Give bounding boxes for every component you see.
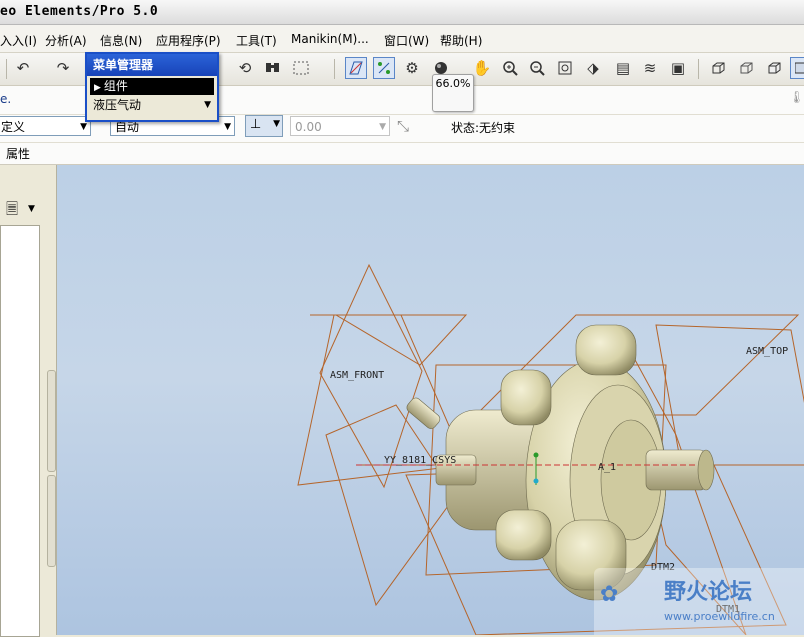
find-icon[interactable] xyxy=(262,57,284,79)
zoom-in-icon[interactable] xyxy=(499,57,521,79)
menu-tools[interactable]: 工具(T) xyxy=(236,32,277,49)
select-box-icon[interactable] xyxy=(290,57,312,79)
hidden-line-icon[interactable] xyxy=(735,57,757,79)
thermometer-icon: 🌡 xyxy=(789,90,804,104)
menu-manikin[interactable]: Manikin(M)... xyxy=(291,32,369,46)
sash-handle[interactable] xyxy=(47,475,56,567)
status-text: 状态:无约束 xyxy=(451,121,516,135)
menu-bar: 入入(I) 分析(A) 信息(N) 应用程序(P) 工具(T) Manikin(… xyxy=(0,25,804,53)
menu-window[interactable]: 窗口(W) xyxy=(384,32,429,49)
label-csys: YY_8181_CSYS xyxy=(384,455,456,466)
menu-help[interactable]: 帮助(H) xyxy=(440,32,482,49)
flame-logo-icon: ✿ xyxy=(600,582,619,607)
offset-type-button[interactable]: ⊥ ▼ xyxy=(245,115,283,137)
menu-insert[interactable]: 入入(I) xyxy=(0,32,37,49)
menu-applications[interactable]: 应用程序(P) xyxy=(156,32,221,49)
no-hidden-icon[interactable] xyxy=(763,57,785,79)
constraint-type-select[interactable]: 定义 ▼ xyxy=(0,116,91,136)
pan-icon[interactable]: ✋ xyxy=(471,57,493,79)
menu-info[interactable]: 信息(N) xyxy=(100,32,142,49)
menu-manager: 菜单管理器 ▶ 组件 液压气动 ▼ xyxy=(85,52,219,122)
watermark-brand: 野火论坛 xyxy=(664,580,753,605)
menu-manager-title: 菜单管理器 xyxy=(87,54,217,76)
point-display-icon[interactable]: ⚙ xyxy=(401,57,423,79)
window-title: eo Elements/Pro 5.0 xyxy=(0,4,159,19)
label-asm-top: ASM_TOP xyxy=(746,346,788,357)
coincident-icon: ⊥ xyxy=(250,117,262,132)
model-tree-list[interactable] xyxy=(0,225,40,637)
tree-settings-button[interactable]: 🗏 ▼ xyxy=(6,199,38,219)
tab-properties[interactable]: 属性 xyxy=(6,145,30,162)
regenerate-icon[interactable]: ⟲ xyxy=(234,57,256,79)
undo-icon[interactable]: ↶ xyxy=(12,57,34,79)
chevron-down-icon: ▼ xyxy=(204,100,211,110)
chevron-down-icon: ▼ xyxy=(379,122,386,132)
reorient-icon[interactable]: ⬗ xyxy=(582,57,604,79)
offset-value-input[interactable]: 0.00 ▼ xyxy=(290,116,390,136)
axis-display-icon[interactable] xyxy=(373,57,395,79)
watermark-url: www.proewildfire.cn xyxy=(664,610,775,623)
layers-icon[interactable]: ≋ xyxy=(639,57,661,79)
appearance-icon[interactable]: ▣ xyxy=(667,57,689,79)
chevron-down-icon: ▼ xyxy=(273,119,280,129)
chevron-down-icon: ▼ xyxy=(28,204,35,214)
zoom-out-icon[interactable] xyxy=(526,57,548,79)
shaded-icon[interactable] xyxy=(790,57,804,79)
wireframe-icon[interactable] xyxy=(707,57,729,79)
datum-display-icon[interactable] xyxy=(345,57,367,79)
zoom-tooltip: 66.0% xyxy=(432,74,474,112)
chevron-down-icon: ▼ xyxy=(224,122,231,132)
model-tree-panel: 🗏 ▼ xyxy=(0,165,57,637)
redo-icon[interactable]: ↷ xyxy=(52,57,74,79)
zoom-value: 66.0% xyxy=(435,77,471,90)
refit-icon[interactable] xyxy=(554,57,576,79)
triangle-right-icon: ▶ xyxy=(94,83,101,93)
model-viewport[interactable]: ASM_TOP ASM_FRONT YY_8181_CSYS A_1 DTM2 … xyxy=(56,165,804,635)
watermark: ✿ 野火论坛 www.proewildfire.cn xyxy=(594,568,804,635)
label-axis: A_1 xyxy=(598,462,616,473)
sash-handle[interactable] xyxy=(47,370,56,472)
message-text: e. xyxy=(0,92,12,106)
title-bar: eo Elements/Pro 5.0 xyxy=(0,0,804,25)
saved-views-icon[interactable]: ▤ xyxy=(612,57,634,79)
menu-manager-item-hydraulic[interactable]: 液压气动 ▼ xyxy=(87,97,217,114)
label-asm-front: ASM_FRONT xyxy=(330,370,384,381)
menu-analysis[interactable]: 分析(A) xyxy=(45,32,87,49)
flip-icon[interactable]: ⤡ xyxy=(397,117,409,135)
document-list-icon: 🗏 xyxy=(6,200,19,218)
graphics-window[interactable]: 🗏 ▼ ASM_TOP ASM_FRONT YY_8181_CSYS A_1 D… xyxy=(0,165,804,637)
menu-manager-item-component[interactable]: ▶ 组件 xyxy=(90,78,214,95)
